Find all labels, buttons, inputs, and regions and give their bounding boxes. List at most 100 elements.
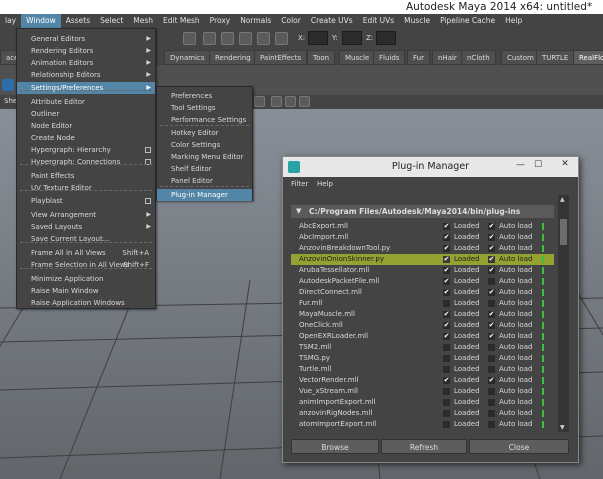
auto-load-checkbox[interactable] [488,278,495,285]
submenu-item-color-settings[interactable]: Color Settings [157,139,252,151]
menu-window[interactable]: Window [21,14,61,28]
scroll-up-icon[interactable]: ▲ [560,196,565,203]
snap-grid-icon[interactable] [203,32,216,45]
auto-load-checkbox[interactable]: ✔ [488,289,495,296]
window-menu-item-view-arrangement[interactable]: View Arrangement ▶ [17,209,155,221]
maximize-icon[interactable]: ☐ [534,160,542,170]
snap-point-icon[interactable] [239,32,252,45]
plugin-row[interactable]: AbcExport.mll ✔ Loaded ✔ Auto load [291,221,554,232]
close-icon[interactable]: ✕ [552,157,578,171]
menu-create-uvs[interactable]: Create UVs [306,14,358,28]
window-menu-item-hypergraph-connections[interactable]: Hypergraph: Connections [17,156,155,168]
shelf-tab-turtle[interactable]: TURTLE [536,50,575,65]
submenu-item-marking-menu-editor[interactable]: Marking Menu Editor [157,151,252,163]
window-menu-item-raise-application-windows[interactable]: Raise Application Windows [17,297,155,309]
loaded-checkbox[interactable] [443,410,450,417]
menu-mesh[interactable]: Mesh [128,14,158,28]
plugin-info-icon[interactable] [542,245,544,252]
tool-icon[interactable] [183,32,196,45]
loaded-checkbox[interactable]: ✔ [443,377,450,384]
window-menu-item-paint-effects[interactable]: Paint Effects [17,170,155,182]
plugin-info-icon[interactable] [542,377,544,384]
plugin-row[interactable]: AbcImport.mll ✔ Loaded ✔ Auto load [291,232,554,243]
plugin-info-icon[interactable] [542,399,544,406]
shelf-tab-fur[interactable]: Fur [407,50,430,65]
window-menu-item-hypergraph-hierarchy[interactable]: Hypergraph: Hierarchy [17,144,155,156]
plugin-info-icon[interactable] [542,256,544,263]
wireframe-icon[interactable] [285,96,296,107]
loaded-checkbox[interactable]: ✔ [443,245,450,252]
scroll-down-icon[interactable]: ▼ [560,424,565,431]
menu-color[interactable]: Color [276,14,306,28]
plugin-row[interactable]: anzovinRigNodes.mll Loaded Auto load [291,408,554,419]
window-menu-item-raise-main-window[interactable]: Raise Main Window [17,285,155,297]
window-menu-item-animation-editors[interactable]: Animation Editors ▶ [17,57,155,69]
loaded-checkbox[interactable]: ✔ [443,333,450,340]
auto-load-checkbox[interactable]: ✔ [488,234,495,241]
shelf-tab-dynamics[interactable]: Dynamics [164,50,211,65]
snap-surface-icon[interactable] [257,32,270,45]
auto-load-checkbox[interactable]: ✔ [488,267,495,274]
loaded-checkbox[interactable] [443,355,450,362]
loaded-checkbox[interactable]: ✔ [443,256,450,263]
plugin-row[interactable]: AnzovinBreakdownTool.py ✔ Loaded ✔ Auto load [291,243,554,254]
menu-pipeline-cache[interactable]: Pipeline Cache [435,14,500,28]
plugin-list-scrollbar[interactable]: ▲ ▼ [558,195,569,432]
shelf-tab-muscle[interactable]: Muscle [339,50,376,65]
minimize-icon[interactable]: — [516,160,525,170]
plugin-manager-titlebar[interactable]: Plug-in Manager — ☐ ✕ [283,157,578,177]
plugin-info-icon[interactable] [542,234,544,241]
window-menu-item-uv-texture-editor[interactable]: UV Texture Editor [17,182,155,194]
auto-load-checkbox[interactable]: ✔ [488,245,495,252]
menu-assets[interactable]: Assets [61,14,95,28]
plugin-info-icon[interactable] [542,366,544,373]
loaded-checkbox[interactable] [443,366,450,373]
auto-load-checkbox[interactable] [488,421,495,428]
submenu-item-shelf-editor[interactable]: Shelf Editor [157,163,252,175]
window-menu-item-attribute-editor[interactable]: Attribute Editor [17,96,155,108]
submenu-item-hotkey-editor[interactable]: Hotkey Editor [157,127,252,139]
lighting-icon[interactable] [299,96,310,107]
auto-load-checkbox[interactable]: ✔ [488,322,495,329]
shelf-tab-realflo[interactable]: RealFlo [573,50,603,65]
loaded-checkbox[interactable] [443,344,450,351]
plugin-row[interactable]: Fur.mll Loaded Auto load [291,298,554,309]
plugin-row[interactable]: AnzovinOnionSkinner.py ✔ Loaded ✔ Auto load [291,254,554,265]
option-box-icon[interactable] [145,147,151,153]
loaded-checkbox[interactable] [443,399,450,406]
plugin-row[interactable]: ArubaTessellator.mll ✔ Loaded ✔ Auto load [291,265,554,276]
scrollbar-thumb[interactable] [560,219,567,245]
window-menu-item-rendering-editors[interactable]: Rendering Editors ▶ [17,45,155,57]
submenu-item-tool-settings[interactable]: Tool Settings [157,102,252,114]
loaded-checkbox[interactable] [443,300,450,307]
window-menu-item-save-current-layout[interactable]: Save Current Layout... [17,233,155,245]
option-box-icon[interactable] [145,198,151,204]
loaded-checkbox[interactable]: ✔ [443,289,450,296]
shelf-tab-ncloth[interactable]: nCloth [461,50,496,65]
window-menu-item-general-editors[interactable]: General Editors ▶ [17,33,155,45]
plugin-row[interactable]: animImportExport.mll Loaded Auto load [291,397,554,408]
loaded-checkbox[interactable] [443,421,450,428]
cube-icon[interactable] [271,96,282,107]
shelf-tab-painteffects[interactable]: PaintEffects [254,50,308,65]
plugin-info-icon[interactable] [542,289,544,296]
refresh-button[interactable]: Refresh [381,439,467,454]
auto-load-checkbox[interactable] [488,410,495,417]
collapse-arrow-icon[interactable]: ▼ [296,207,301,215]
plugin-row[interactable]: MayaMuscle.mll ✔ Loaded ✔ Auto load [291,309,554,320]
window-menu-item-outliner[interactable]: Outliner [17,108,155,120]
window-menu-item-playblast[interactable]: Playblast [17,195,155,207]
shelf-tab-nhair[interactable]: nHair [432,50,463,65]
loaded-checkbox[interactable] [443,388,450,395]
menu-normals[interactable]: Normals [235,14,276,28]
x-field[interactable] [308,31,328,45]
auto-load-checkbox[interactable]: ✔ [488,333,495,340]
menu-select[interactable]: Select [95,14,128,28]
auto-load-checkbox[interactable]: ✔ [488,256,495,263]
loaded-checkbox[interactable]: ✔ [443,234,450,241]
auto-load-checkbox[interactable] [488,344,495,351]
filter-menu[interactable]: Filter [291,180,308,188]
auto-load-checkbox[interactable] [488,366,495,373]
menu-muscle[interactable]: Muscle [399,14,435,28]
plugin-info-icon[interactable] [542,322,544,329]
